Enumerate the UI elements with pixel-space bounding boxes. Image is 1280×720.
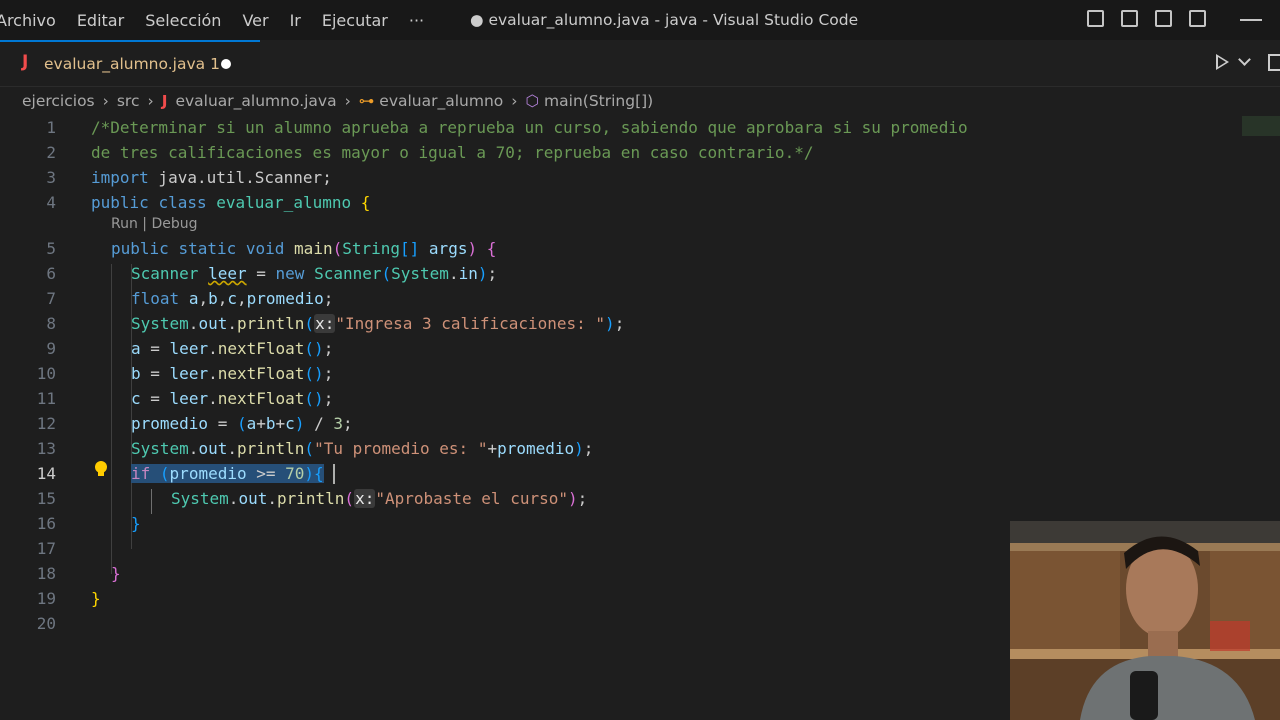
- line-number: 13: [36, 439, 56, 458]
- minimap[interactable]: [1242, 116, 1280, 136]
- webcam-overlay: [1010, 521, 1280, 720]
- codelens-run-debug[interactable]: Run | Debug: [111, 216, 198, 232]
- java-file-icon: J: [161, 92, 168, 110]
- code-line: a = leer.nextFloat();: [131, 339, 334, 358]
- line-number: 8: [46, 314, 56, 333]
- line-number-active: 14: [36, 464, 56, 483]
- tab-label: evaluar_alumno.java: [44, 55, 206, 73]
- menu-bar: Archivo Editar Selección Ver Ir Ejecutar…: [0, 0, 445, 40]
- run-icon[interactable]: [1216, 54, 1229, 70]
- menu-seleccion[interactable]: Selección: [145, 11, 221, 30]
- window-title: ● evaluar_alumno.java - java - Visual St…: [470, 11, 859, 29]
- line-number: 9: [46, 339, 56, 358]
- code-line: }: [111, 564, 121, 583]
- class-icon: ⊶: [358, 92, 375, 110]
- indent-guide: [111, 264, 112, 574]
- code-line: import java.util.Scanner;: [91, 168, 332, 187]
- presenter-image: [1010, 521, 1280, 720]
- code-line: promedio = (a+b+c) / 3;: [131, 414, 353, 433]
- code-line: System.out.println(x:"Aprobaste el curso…: [171, 489, 588, 508]
- breadcrumb-subfolder[interactable]: src: [117, 92, 140, 110]
- code-line: }: [91, 589, 101, 608]
- problems-count: 1: [210, 55, 220, 73]
- line-number: 6: [46, 264, 56, 283]
- method-icon: ⬡: [525, 92, 540, 110]
- indent-guide: [151, 489, 152, 514]
- lightbulb-icon[interactable]: [95, 461, 107, 476]
- customize-layout-icon[interactable]: [1189, 10, 1206, 27]
- toggle-panel-icon[interactable]: [1121, 10, 1138, 27]
- code-line: System.out.println(x:"Ingresa 3 califica…: [131, 314, 625, 333]
- breadcrumb-file[interactable]: evaluar_alumno.java: [175, 92, 336, 110]
- line-number: 10: [36, 364, 56, 383]
- line-number: 11: [36, 389, 56, 408]
- code-line: b = leer.nextFloat();: [131, 364, 334, 383]
- code-line: public class evaluar_alumno {: [91, 193, 371, 212]
- menu-ver[interactable]: Ver: [242, 11, 268, 30]
- line-number: 16: [36, 514, 56, 533]
- code-line: c = leer.nextFloat();: [131, 389, 334, 408]
- line-number: 3: [46, 168, 56, 187]
- toggle-secondary-sidebar-icon[interactable]: [1155, 10, 1172, 27]
- menu-editar[interactable]: Editar: [77, 11, 124, 30]
- tab-bar: J evaluar_alumno.java 1: [0, 40, 1280, 87]
- line-number: 5: [46, 239, 56, 258]
- chevron-right-icon: ›: [102, 92, 109, 110]
- line-number: 1: [46, 118, 56, 137]
- text-cursor: [333, 464, 335, 484]
- chevron-right-icon: ›: [344, 92, 351, 110]
- toggle-primary-sidebar-icon[interactable]: [1087, 10, 1104, 27]
- breadcrumb-method[interactable]: main(String[]): [544, 92, 653, 110]
- breadcrumb-folder[interactable]: ejercicios: [22, 92, 95, 110]
- line-number: 19: [36, 589, 56, 608]
- line-number: 17: [36, 539, 56, 558]
- line-number: 7: [46, 289, 56, 308]
- menu-ejecutar[interactable]: Ejecutar: [322, 11, 388, 30]
- code-line: System.out.println("Tu promedio es: "+pr…: [131, 439, 594, 458]
- menu-more-icon[interactable]: ···: [409, 11, 424, 30]
- breadcrumb-class[interactable]: evaluar_alumno: [379, 92, 503, 110]
- parameter-hint: x:: [314, 314, 336, 333]
- split-editor-icon[interactable]: [1268, 54, 1280, 71]
- line-number: 15: [36, 489, 56, 508]
- code-line: Scanner leer = new Scanner(System.in);: [131, 264, 498, 283]
- chevron-right-icon: ›: [511, 92, 518, 110]
- line-number: 20: [36, 614, 56, 633]
- code-line: public static void main(String[] args) {: [111, 239, 497, 258]
- line-number: 12: [36, 414, 56, 433]
- breadcrumb: ejercicios › src › J evaluar_alumno.java…: [22, 88, 653, 114]
- code-line: float a,b,c,promedio;: [131, 289, 334, 308]
- code-line: /*Determinar si un alumno aprueba a repr…: [91, 118, 968, 137]
- minimize-icon[interactable]: [1240, 19, 1262, 21]
- code-line-selected: if (promedio >= 70){: [131, 464, 324, 483]
- unsaved-dot-icon[interactable]: [221, 59, 231, 69]
- java-file-icon: J: [22, 52, 29, 72]
- line-number: 18: [36, 564, 56, 583]
- line-number: 2: [46, 143, 56, 162]
- menu-archivo[interactable]: Archivo: [0, 11, 56, 30]
- title-bar: Archivo Editar Selección Ver Ir Ejecutar…: [0, 0, 1280, 40]
- code-line: }: [131, 514, 141, 533]
- menu-ir[interactable]: Ir: [290, 11, 301, 30]
- code-line: de tres calificaciones es mayor o igual …: [91, 143, 814, 162]
- parameter-hint: x:: [354, 489, 376, 508]
- tab-evaluar-alumno[interactable]: J evaluar_alumno.java 1: [0, 40, 260, 86]
- chevron-right-icon: ›: [147, 92, 154, 110]
- line-number: 4: [46, 193, 56, 212]
